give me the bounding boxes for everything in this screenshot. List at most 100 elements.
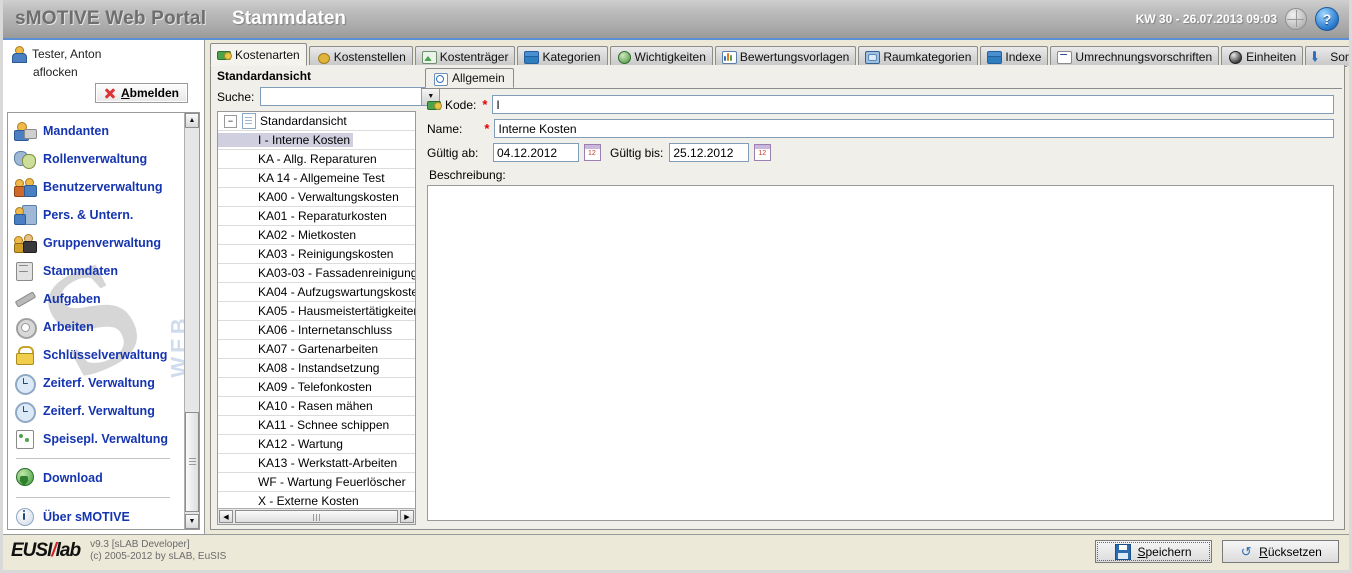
page-title: Stammdaten [232,8,347,29]
tab-allgemein[interactable]: Allgemein [425,68,514,88]
scroll-right-arrow[interactable]: ▶ [400,510,414,523]
formula-icon [1057,50,1073,64]
user-login: aflocken [33,65,78,79]
sidebar-item-arbeiten[interactable]: Arbeiten [14,313,184,341]
nav-list: Mandanten Rollenverwaltung Benutzerverwa… [8,113,184,529]
tab-indexe[interactable]: Indexe [980,46,1049,66]
valid-from-input[interactable] [493,143,579,162]
scroll-up-arrow[interactable]: ▲ [185,113,199,128]
save-button[interactable]: Speichern [1095,540,1212,563]
tab-label: Raumkategorien [883,49,972,64]
tree-item-2[interactable]: KA 14 - Allgemeine Test [218,169,415,188]
tree-item-17[interactable]: KA13 - Werkstatt-Arbeiten [218,454,415,473]
tree-item-15[interactable]: KA11 - Schnee schippen [218,416,415,435]
tree-horizontal-scrollbar[interactable]: ◀ ▶ [218,508,415,524]
sidebar-item-label: Schlüsselverwaltung [43,348,168,362]
two-users-icon [14,177,37,197]
tree-item-6[interactable]: KA03 - Reinigungskosten [218,245,415,264]
tree-item-1[interactable]: KA - Allg. Reparaturen [218,150,415,169]
logout-rest: bmelden [129,86,179,100]
expander-icon[interactable]: − [224,114,237,128]
kode-input[interactable] [492,95,1334,114]
sidebar-item-zeiterf-verwaltung-2[interactable]: Zeiterf. Verwaltung [14,397,184,425]
calendar-icon[interactable] [584,144,601,161]
version-block: v9.3 [sLAB Developer] (c) 2005-2012 by s… [90,539,226,563]
sidebar-item-pers-untern[interactable]: Pers. & Untern. [14,201,184,229]
tree-item-9[interactable]: KA05 - Hausmeistertätigkeiten [218,302,415,321]
drawer-icon [524,50,540,64]
sidebar-item-schluesselverwaltung[interactable]: Schlüsselverwaltung [14,341,184,369]
tree-item-12[interactable]: KA08 - Instandsetzung [218,359,415,378]
name-input[interactable] [494,119,1334,138]
tab-label: Indexe [1005,49,1042,64]
main-area: Kostenarten Kostenstellen Kostenträger K… [206,40,1349,534]
tree-item-14[interactable]: KA10 - Rasen mähen [218,397,415,416]
tree-item-label: KA03-03 - Fassadenreinigung [258,266,415,280]
tab-einheiten[interactable]: Einheiten [1221,46,1304,66]
tree-item-8[interactable]: KA04 - Aufzugswartungskosten [218,283,415,302]
tree-item-13[interactable]: KA09 - Telefonkosten [218,378,415,397]
scroll-left-arrow[interactable]: ◀ [219,510,233,523]
tab-kategorien[interactable]: Kategorien [517,46,608,66]
sidebar-item-label: Rollenverwaltung [43,152,148,166]
logout-row: Abmelden [11,81,196,107]
vendor-logo-area: EUSI/lab v9.3 [sLAB Developer] (c) 2005-… [11,539,226,563]
vendor-logo: EUSI/lab [11,540,81,562]
scroll-down-arrow[interactable]: ▼ [185,514,199,529]
sidebar-item-label: Download [43,471,103,485]
tree-item-3[interactable]: KA00 - Verwaltungskosten [218,188,415,207]
tree-item-11[interactable]: KA07 - Gartenarbeiten [218,340,415,359]
sidebar-item-rollenverwaltung[interactable]: Rollenverwaltung [14,145,184,173]
money-roll-icon [217,48,232,61]
copyright-label: (c) 2005-2012 by sLAB, EuSIS [90,551,227,562]
globe-icon[interactable] [1285,8,1307,30]
calendar-icon[interactable] [754,144,772,161]
sidebar-item-label: Pers. & Untern. [43,208,134,222]
sidebar-item-ueber-smotive[interactable]: Über sMOTIVE [14,503,184,529]
tab-kostentraeger[interactable]: Kostenträger [414,46,516,66]
tree-item-19[interactable]: X - Externe Kosten [218,492,415,508]
tree-item-label: KA11 - Schnee schippen [258,418,390,432]
user-name: Tester, Anton [32,46,102,61]
tab-kostenstellen[interactable]: Kostenstellen [308,46,413,66]
tab-umrechnungsvorschriften[interactable]: Umrechnungsvorschriften [1050,46,1220,66]
tree-item-7[interactable]: KA03-03 - Fassadenreinigung [218,264,415,283]
tab-sonstiges[interactable]: Sonstiges [1305,46,1349,66]
tree-rows: − Standardansicht I - Interne Kosten KA … [218,112,415,508]
application-window: sMOTIVE Web Portal Stammdaten KW 30 - 26… [0,0,1352,573]
tree-item-5[interactable]: KA02 - Mietkosten [218,226,415,245]
description-textarea[interactable] [427,185,1334,521]
download-globe-icon [14,468,36,488]
tree-item-label: KA10 - Rasen mähen [258,399,373,413]
sidebar-item-aufgaben[interactable]: Aufgaben [14,285,184,313]
tab-bewertungsvorlagen[interactable]: Bewertungsvorlagen [714,46,857,66]
hscroll-thumb[interactable] [235,510,398,523]
sidebar-item-mandanten[interactable]: Mandanten [14,117,184,145]
tree-item-16[interactable]: KA12 - Wartung [218,435,415,454]
search-combobox[interactable]: ▼ [260,87,441,106]
sidebar-item-stammdaten[interactable]: Stammdaten [14,257,184,285]
logout-button[interactable]: Abmelden [94,83,188,103]
sidebar-item-download[interactable]: Download [14,464,184,492]
tree-root-row[interactable]: − Standardansicht [218,112,415,131]
reset-button[interactable]: ↺ Rücksetzen [1222,540,1339,563]
sidebar-item-gruppenverwaltung[interactable]: Gruppenverwaltung [14,229,184,257]
sidebar-item-speisepl-verwaltung[interactable]: Speisepl. Verwaltung [14,425,184,453]
tab-label: Kategorien [542,49,601,64]
help-icon[interactable]: ? [1315,7,1339,31]
tab-kostenarten[interactable]: Kostenarten [210,43,307,66]
sidebar-item-benutzerverwaltung[interactable]: Benutzerverwaltung [14,173,184,201]
sidebar-item-zeiterf-verwaltung-1[interactable]: Zeiterf. Verwaltung [14,369,184,397]
tree-item-10[interactable]: KA06 - Internetanschluss [218,321,415,340]
clock-check-icon [14,373,36,395]
tree-item-0[interactable]: I - Interne Kosten [218,131,415,150]
kode-row: Kode: * [427,95,1334,114]
tab-raumkategorien[interactable]: Raumkategorien [858,46,979,66]
sidebar-scrollbar[interactable]: ▲ ▼ [184,113,199,529]
valid-to-input[interactable] [669,143,750,162]
tree-item-18[interactable]: WF - Wartung Feuerlöscher [218,473,415,492]
scroll-thumb[interactable] [185,412,199,512]
search-input[interactable] [261,88,422,105]
tree-item-4[interactable]: KA01 - Reparaturkosten [218,207,415,226]
tab-wichtigkeiten[interactable]: Wichtigkeiten [609,46,713,66]
